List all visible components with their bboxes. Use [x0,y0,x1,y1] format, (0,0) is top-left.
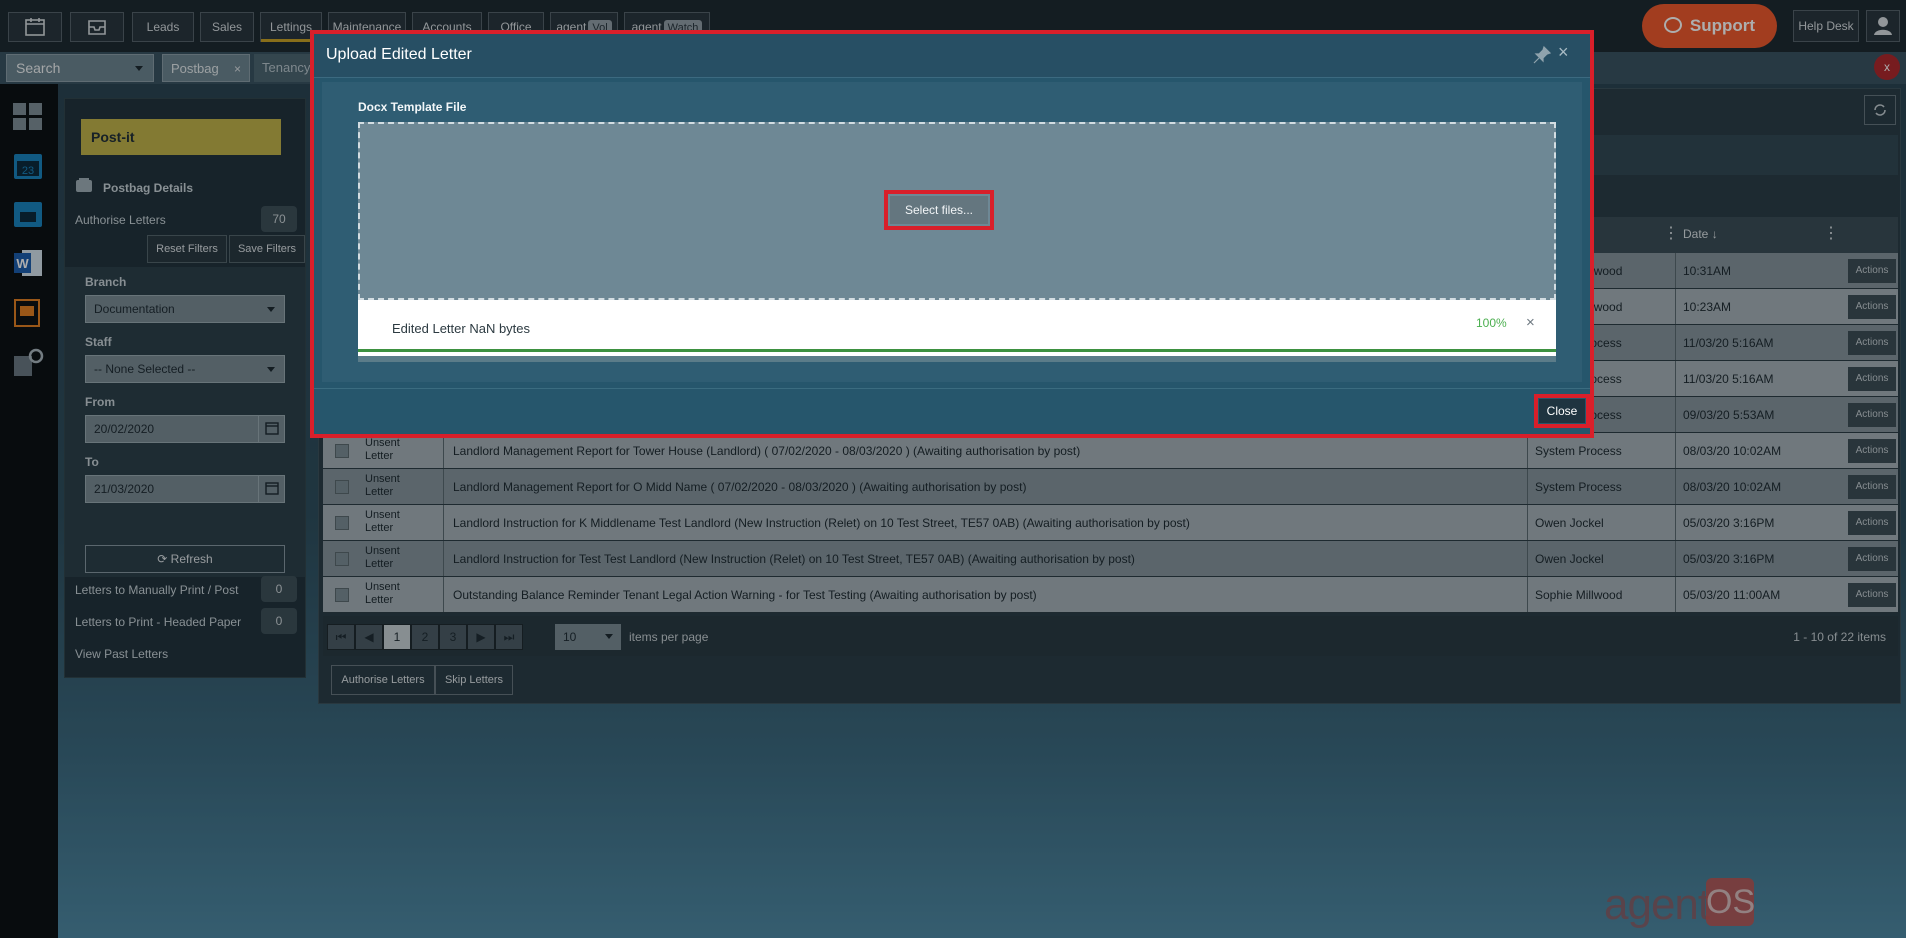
uploaded-file-row: Edited Letter NaN bytes 100% × [358,300,1556,356]
remove-file-icon[interactable]: × [1526,314,1535,331]
file-drop-zone[interactable]: Select files... [358,122,1556,300]
pin-icon[interactable] [1532,45,1552,65]
select-files-highlight: Select files... [884,190,994,230]
dialog-footer [314,388,1590,434]
close-button[interactable]: Close [1539,399,1585,423]
dialog-title: Upload Edited Letter [326,46,472,63]
select-files-button[interactable]: Select files... [890,196,988,224]
file-list-bottom [358,356,1556,362]
dialog-close-icon[interactable]: × [1558,42,1569,63]
upload-edited-letter-dialog: Upload Edited Letter × Docx Template Fil… [310,30,1594,438]
upload-progress-bar [358,349,1556,352]
dialog-title-bar: Upload Edited Letter × [314,34,1590,78]
close-button-highlight: Close [1534,394,1590,428]
dialog-body: Docx Template File Select files... Edite… [322,82,1582,382]
docx-template-label: Docx Template File [358,100,467,114]
uploaded-file-name: Edited Letter NaN bytes [392,321,531,336]
upload-percent: 100% [1476,316,1507,330]
